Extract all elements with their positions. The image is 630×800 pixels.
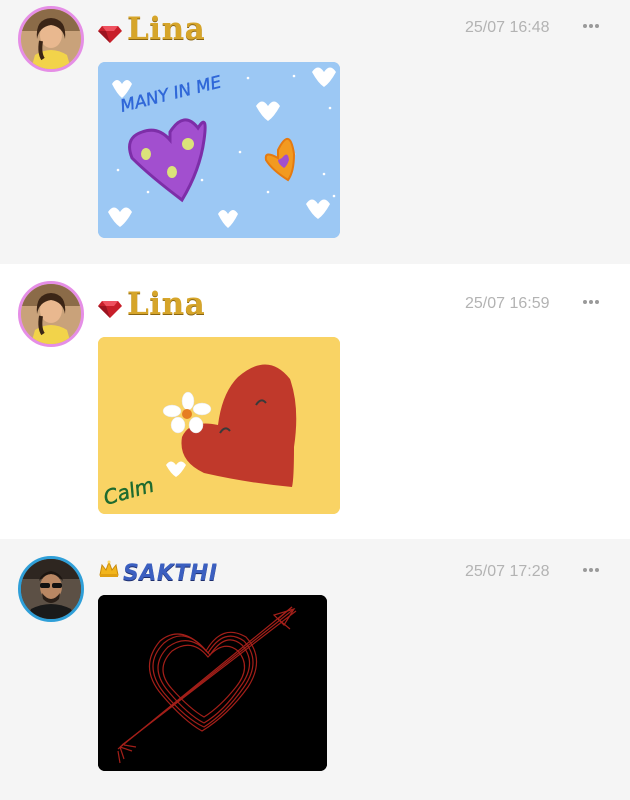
timestamp: 25/07 17:28 [465, 563, 550, 580]
avatar[interactable] [18, 6, 84, 72]
timestamp: 25/07 16:48 [465, 19, 550, 36]
message-feed: Lina 25/07 16:48 MANY IN ME Lina 25/07 1… [0, 0, 630, 800]
feed-post: Lina 25/07 16:48 MANY IN ME [0, 0, 630, 264]
drawing-image[interactable] [98, 595, 327, 771]
more-options-icon[interactable] [580, 560, 602, 580]
more-options-icon[interactable] [580, 292, 602, 312]
drawing-image[interactable]: MANY IN ME [98, 62, 340, 238]
username[interactable]: Lina [127, 11, 205, 47]
feed-post: SAKTHI 25/07 17:28 [0, 539, 630, 800]
ruby-gem-icon [98, 22, 122, 44]
crown-icon [98, 559, 120, 579]
username[interactable]: SAKTHI [123, 556, 218, 592]
ruby-gem-icon [98, 297, 122, 319]
timestamp: 25/07 16:59 [465, 295, 550, 312]
username[interactable]: Lina [127, 286, 205, 322]
feed-post: Lina 25/07 16:59 Calm [0, 264, 630, 539]
more-options-icon[interactable] [580, 16, 602, 36]
drawing-image[interactable]: Calm [98, 337, 340, 514]
avatar[interactable] [18, 556, 84, 622]
avatar[interactable] [18, 281, 84, 347]
